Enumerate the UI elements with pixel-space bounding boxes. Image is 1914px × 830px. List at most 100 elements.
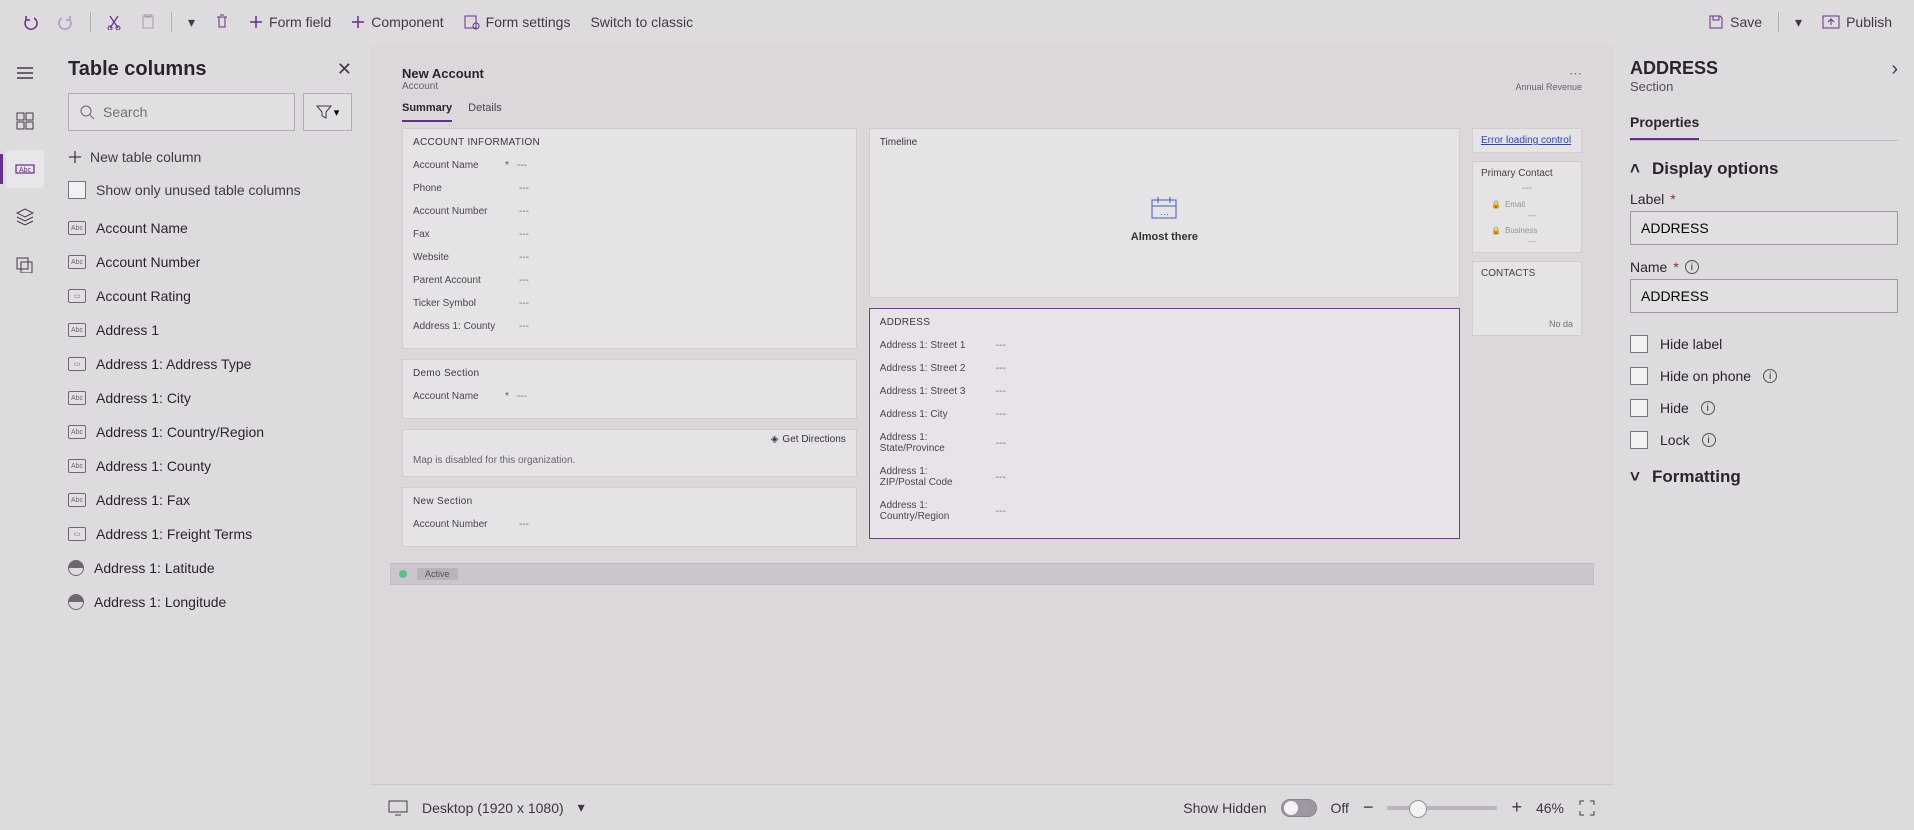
column-item[interactable]: AbcAddress 1: Fax bbox=[50, 483, 370, 517]
field-value: --- bbox=[519, 321, 529, 332]
form-field[interactable]: Account Name*--- bbox=[413, 154, 846, 177]
publish-button[interactable]: Publish bbox=[1812, 10, 1902, 34]
components-rail-button[interactable] bbox=[6, 102, 44, 140]
column-item[interactable]: AbcAddress 1 bbox=[50, 313, 370, 347]
undo-button[interactable] bbox=[12, 10, 48, 34]
delete-button[interactable] bbox=[205, 10, 239, 34]
zoom-in-button[interactable]: + bbox=[1511, 797, 1522, 818]
error-card[interactable]: Error loading control bbox=[1472, 128, 1582, 153]
section-timeline[interactable]: Timeline … Almost there bbox=[869, 128, 1460, 298]
display-options-header[interactable]: ˄ Display options bbox=[1630, 159, 1898, 179]
info-icon[interactable]: i bbox=[1702, 433, 1716, 447]
label-input[interactable] bbox=[1630, 211, 1898, 245]
form-field[interactable]: Address 1: County--- bbox=[413, 315, 846, 338]
column-item[interactable]: ▭Address 1: Address Type bbox=[50, 347, 370, 381]
get-directions-link[interactable]: ◈ Get Directions bbox=[413, 434, 846, 445]
contacts-card[interactable]: CONTACTS No da bbox=[1472, 261, 1582, 336]
unused-toggle-row[interactable]: Show only unused table columns bbox=[50, 173, 370, 211]
column-item[interactable]: Address 1: Latitude bbox=[50, 551, 370, 585]
paste-button[interactable] bbox=[131, 10, 165, 34]
form-field[interactable]: Address 1: State/Province--- bbox=[880, 426, 1449, 460]
hide-label-row[interactable]: Hide label bbox=[1630, 335, 1898, 353]
new-table-column-button[interactable]: New table column bbox=[50, 141, 370, 173]
column-item[interactable]: AbcAccount Name bbox=[50, 211, 370, 245]
paste-chevron[interactable]: ▾ bbox=[178, 10, 205, 35]
chevron-right-icon[interactable]: › bbox=[1891, 58, 1898, 81]
checkbox-unused[interactable] bbox=[68, 181, 86, 199]
form-field[interactable]: Fax--- bbox=[413, 223, 846, 246]
form-field[interactable]: Account Number--- bbox=[413, 200, 846, 223]
hamburger-button[interactable] bbox=[6, 54, 44, 92]
form-field[interactable]: Account Name*--- bbox=[413, 385, 846, 408]
form-field[interactable]: Phone--- bbox=[413, 177, 846, 200]
form-field[interactable]: Address 1: Street 1--- bbox=[880, 334, 1449, 357]
checkbox[interactable] bbox=[1630, 367, 1648, 385]
checkbox[interactable] bbox=[1630, 431, 1648, 449]
name-input[interactable] bbox=[1630, 279, 1898, 313]
checkbox[interactable] bbox=[1630, 335, 1648, 353]
column-label: Address 1: County bbox=[96, 458, 211, 474]
form-field[interactable]: Ticker Symbol--- bbox=[413, 292, 846, 315]
section-account-info[interactable]: ACCOUNT INFORMATION Account Name*---Phon… bbox=[402, 128, 857, 349]
form-header-more[interactable]: ⋯ bbox=[1515, 66, 1582, 82]
cut-button[interactable] bbox=[97, 10, 131, 34]
tab-details[interactable]: Details bbox=[468, 102, 502, 122]
hide-phone-row[interactable]: Hide on phonei bbox=[1630, 367, 1898, 385]
form-field[interactable]: Address 1: ZIP/Postal Code--- bbox=[880, 460, 1449, 494]
primary-contact-card[interactable]: Primary Contact --- 🔒Email --- 🔒Business… bbox=[1472, 161, 1582, 253]
form-field[interactable]: Address 1: Street 3--- bbox=[880, 380, 1449, 403]
zoom-slider[interactable] bbox=[1387, 806, 1497, 810]
column-item[interactable]: ▭Account Rating bbox=[50, 279, 370, 313]
zoom-out-button[interactable]: − bbox=[1363, 797, 1374, 818]
form-field[interactable]: Parent Account--- bbox=[413, 269, 846, 292]
filter-button[interactable]: ▾ bbox=[303, 93, 352, 131]
text-type-icon: Abc bbox=[68, 255, 86, 269]
switch-classic-button[interactable]: Switch to classic bbox=[580, 10, 703, 34]
section-new[interactable]: New Section Account Number--- bbox=[402, 487, 857, 547]
column-item[interactable]: AbcAddress 1: County bbox=[50, 449, 370, 483]
form-page[interactable]: New Account Account ⋯ Annual Revenue Sum… bbox=[390, 56, 1594, 724]
close-icon[interactable]: ✕ bbox=[337, 59, 352, 80]
form-field[interactable]: Address 1: Street 2--- bbox=[880, 357, 1449, 380]
add-form-field-button[interactable]: Form field bbox=[239, 10, 341, 34]
column-item[interactable]: AbcAddress 1: Country/Region bbox=[50, 415, 370, 449]
redo-button[interactable] bbox=[48, 10, 84, 34]
tab-properties[interactable]: Properties bbox=[1630, 106, 1699, 140]
search-input[interactable] bbox=[103, 104, 284, 120]
save-button[interactable]: Save bbox=[1698, 10, 1772, 34]
column-item[interactable]: AbcAddress 1: City bbox=[50, 381, 370, 415]
info-icon[interactable]: i bbox=[1763, 369, 1777, 383]
section-demo[interactable]: Demo Section Account Name*--- bbox=[402, 359, 857, 419]
chevron-down-icon[interactable]: ▾ bbox=[578, 799, 585, 816]
form-field[interactable]: Address 1: Country/Region--- bbox=[880, 494, 1449, 528]
hide-row[interactable]: Hidei bbox=[1630, 399, 1898, 417]
tree-rail-button[interactable] bbox=[6, 198, 44, 236]
form-field[interactable]: Address 1: City--- bbox=[880, 403, 1449, 426]
field-label: Address 1: City bbox=[880, 409, 974, 420]
section-map[interactable]: ◈ Get Directions Map is disabled for thi… bbox=[402, 429, 857, 477]
column-item[interactable]: ▭Address 1: Freight Terms bbox=[50, 517, 370, 551]
save-chevron[interactable]: ▾ bbox=[1785, 10, 1812, 35]
column-item[interactable]: AbcAccount Number bbox=[50, 245, 370, 279]
fit-icon[interactable] bbox=[1578, 799, 1596, 817]
tab-summary[interactable]: Summary bbox=[402, 102, 452, 122]
info-icon[interactable]: i bbox=[1701, 401, 1715, 415]
column-list[interactable]: AbcAccount NameAbcAccount Number▭Account… bbox=[50, 211, 370, 830]
form-field[interactable]: Website--- bbox=[413, 246, 846, 269]
columns-rail-button[interactable]: Abc bbox=[6, 150, 44, 188]
lock-row[interactable]: Locki bbox=[1630, 431, 1898, 449]
column-item[interactable]: Address 1: Longitude bbox=[50, 585, 370, 619]
checkbox[interactable] bbox=[1630, 399, 1648, 417]
viewport-label[interactable]: Desktop (1920 x 1080) bbox=[422, 800, 564, 816]
info-icon[interactable]: i bbox=[1685, 260, 1699, 274]
section-address-selected[interactable]: ADDRESS Address 1: Street 1---Address 1:… bbox=[869, 308, 1460, 539]
form-field[interactable]: Account Number--- bbox=[413, 513, 846, 536]
form-settings-button[interactable]: Form settings bbox=[454, 10, 581, 34]
error-link[interactable]: Error loading control bbox=[1481, 135, 1571, 146]
add-component-button[interactable]: Component bbox=[341, 10, 453, 34]
formatting-header[interactable]: ˅ Formatting bbox=[1630, 467, 1898, 487]
switch-classic-label: Switch to classic bbox=[590, 14, 693, 30]
library-rail-button[interactable] bbox=[6, 246, 44, 284]
search-input-wrap[interactable] bbox=[68, 93, 295, 131]
show-hidden-toggle[interactable] bbox=[1281, 799, 1317, 817]
